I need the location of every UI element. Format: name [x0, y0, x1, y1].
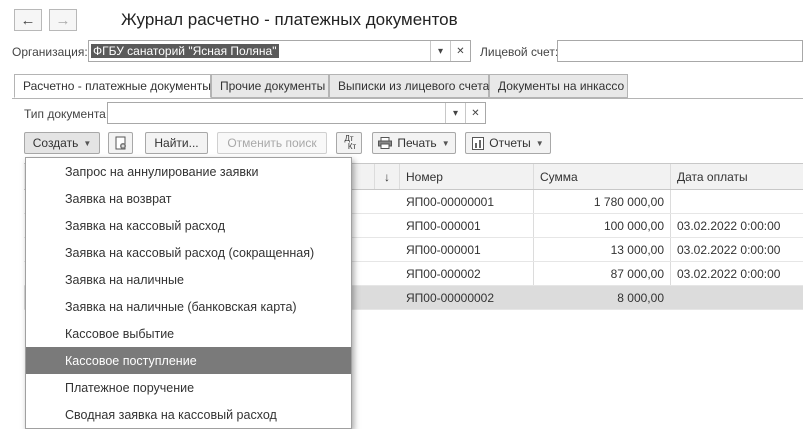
reports-label: Отчеты	[489, 136, 531, 150]
arrow-left-icon: ←	[20, 11, 36, 29]
cancel-search-button[interactable]: Отменить поиск	[217, 132, 327, 154]
cell-amount: 1 780 000,00	[534, 190, 671, 213]
org-field[interactable]: ФГБУ санаторий "Ясная Поляна" ▾ ✕	[88, 40, 471, 62]
cell-number: ЯП00-000001	[400, 214, 534, 237]
tab-other-documents[interactable]: Прочие документы	[211, 74, 329, 98]
chevron-down-icon: ▼	[441, 138, 450, 148]
sort-indicator[interactable]: ↓	[375, 164, 400, 189]
tab-label: Прочие документы	[220, 79, 326, 93]
print-label: Печать	[397, 136, 437, 150]
column-header-amount[interactable]: Сумма	[534, 164, 671, 189]
tab-label: Выписки из лицевого счета	[338, 79, 490, 93]
create-menu: Запрос на аннулирование заявки Заявка на…	[25, 157, 352, 429]
cell-payment-date	[671, 286, 803, 309]
print-button[interactable]: Печать ▼	[372, 132, 456, 154]
report-icon	[472, 136, 485, 150]
cancel-search-label: Отменить поиск	[227, 136, 317, 150]
menu-item[interactable]: Заявка на возврат	[26, 185, 351, 212]
menu-item[interactable]: Платежное поручение	[26, 374, 351, 401]
tab-payment-documents[interactable]: Расчетно - платежные документы	[14, 74, 211, 98]
close-icon: ✕	[471, 107, 480, 119]
doctype-clear-button[interactable]: ✕	[465, 103, 485, 123]
close-icon: ✕	[456, 45, 465, 57]
tab-collection-documents[interactable]: Документы на инкассо	[489, 74, 628, 98]
column-header-number[interactable]: Номер	[400, 164, 534, 189]
cell-amount: 100 000,00	[534, 214, 671, 237]
chevron-down-icon: ▾	[437, 45, 444, 57]
tabs-baseline	[12, 98, 803, 99]
copy-add-button[interactable]	[108, 132, 133, 154]
cell-payment-date	[671, 190, 803, 213]
create-label: Создать	[32, 136, 79, 150]
create-button[interactable]: Создать ▼	[24, 132, 100, 154]
cell-number: ЯП00-00000001	[400, 190, 534, 213]
cell-payment-date: 03.02.2022 0:00:00	[677, 266, 781, 281]
org-value: ФГБУ санаторий "Ясная Поляна"	[91, 44, 279, 58]
reports-button[interactable]: Отчеты ▼	[465, 132, 551, 154]
tab-label: Документы на инкассо	[498, 79, 625, 93]
menu-item[interactable]: Заявка на кассовый расход (сокращенная)	[26, 239, 351, 266]
cell-number: ЯП00-000001	[400, 238, 534, 261]
page-title: Журнал расчетно - платежных документов	[121, 10, 458, 29]
menu-item[interactable]: Запрос на аннулирование заявки	[26, 158, 351, 185]
doctype-dropdown-button[interactable]: ▾	[445, 103, 465, 123]
cell-payment-date: 03.02.2022 0:00:00	[677, 218, 781, 233]
chevron-down-icon: ▾	[452, 107, 459, 119]
menu-item[interactable]: Заявка на наличные (банковская карта)	[26, 293, 351, 320]
back-button[interactable]: ←	[14, 9, 42, 31]
org-clear-button[interactable]: ✕	[450, 41, 470, 61]
dt-kt-button[interactable]: Дт Кт	[336, 132, 362, 154]
org-dropdown-button[interactable]: ▾	[430, 41, 450, 61]
menu-item[interactable]: Заявка на наличные	[26, 266, 351, 293]
chevron-down-icon: ▼	[535, 138, 544, 148]
kt-label: Кт	[347, 142, 357, 151]
arrow-right-icon: →	[55, 11, 71, 29]
account-field[interactable]	[557, 40, 803, 62]
menu-item[interactable]: Сводная заявка на кассовый расход	[26, 401, 351, 428]
chevron-down-icon: ▼	[83, 138, 92, 148]
account-label: Лицевой счет:	[480, 45, 559, 59]
printer-icon	[378, 137, 393, 149]
column-header-payment-date[interactable]: Дата оплаты	[671, 164, 803, 189]
cell-amount: 13 000,00	[534, 238, 671, 261]
find-button[interactable]: Найти...	[145, 132, 208, 154]
menu-item[interactable]: Заявка на кассовый расход	[26, 212, 351, 239]
cell-payment-date: 03.02.2022 0:00:00	[677, 242, 781, 257]
forward-button[interactable]: →	[49, 9, 77, 31]
cell-amount: 8 000,00	[534, 286, 671, 309]
menu-item-highlighted[interactable]: Кассовое поступление	[26, 347, 351, 374]
org-label: Организация:	[12, 45, 88, 59]
find-label: Найти...	[154, 136, 199, 150]
doctype-field[interactable]: ▾ ✕	[107, 102, 486, 124]
cell-number: ЯП00-00000002	[400, 286, 534, 309]
doctype-label: Тип документа:	[24, 107, 110, 121]
menu-item[interactable]: Кассовое выбытие	[26, 320, 351, 347]
tab-account-statements[interactable]: Выписки из лицевого счета	[329, 74, 489, 98]
cell-number: ЯП00-000002	[400, 262, 534, 285]
tab-label: Расчетно - платежные документы	[23, 79, 211, 93]
copy-add-icon	[115, 136, 126, 150]
cell-amount: 87 000,00	[534, 262, 671, 285]
